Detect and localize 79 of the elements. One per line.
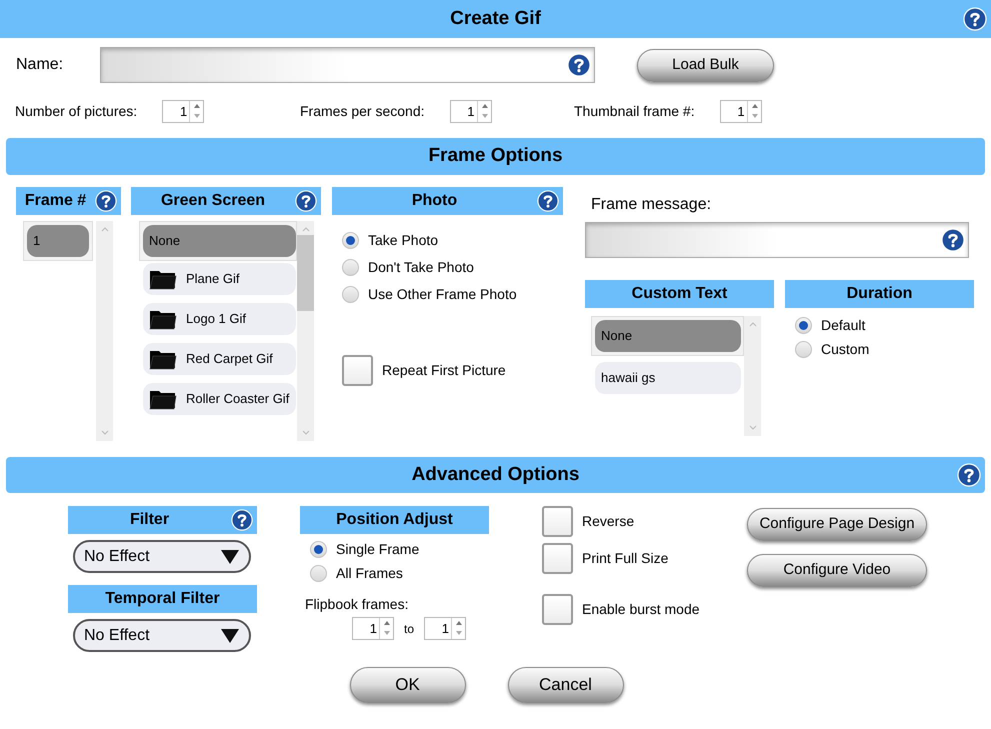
help-icon[interactable] (295, 190, 317, 212)
number-spinner[interactable]: 1 (424, 617, 466, 640)
radio-button[interactable] (310, 540, 327, 558)
name-input-field[interactable] (100, 47, 595, 83)
checkbox-label: Reverse (582, 512, 634, 531)
frame-message-input-field[interactable] (585, 222, 969, 258)
help-icon[interactable] (537, 190, 559, 212)
action-button[interactable]: Cancel (508, 667, 624, 703)
folder-icon (149, 268, 177, 290)
section-title: Advanced Options (412, 462, 580, 487)
radio-label: Take Photo (368, 230, 438, 250)
help-icon[interactable] (957, 463, 981, 487)
radio-label: All Frames (336, 564, 403, 582)
help-icon[interactable] (95, 190, 117, 212)
list-item[interactable]: hawaii gs (595, 362, 741, 394)
section-title: Green Screen (160, 191, 266, 211)
spinner-label: Frames per second: (300, 102, 424, 121)
number-spinner[interactable]: 1 (352, 617, 394, 640)
checkbox-label: Print Full Size (582, 549, 668, 568)
dropdown[interactable]: No Effect (73, 540, 251, 573)
action-button[interactable]: Configure Video (747, 554, 927, 587)
spinner-label: Number of pictures: (15, 102, 138, 121)
radio-button[interactable] (342, 286, 359, 302)
spinner-label: Thumbnail frame #: (574, 102, 695, 120)
folder-icon (149, 388, 177, 410)
range-separator: to (404, 620, 414, 638)
list-item[interactable]: Plane Gif (143, 263, 296, 295)
folder-icon (149, 308, 177, 330)
field-label: Name: (16, 55, 64, 75)
action-button[interactable]: Configure Page Design (747, 508, 927, 541)
checkbox[interactable] (542, 506, 573, 537)
section-title: Frame Options (428, 144, 563, 168)
list-item[interactable]: Logo 1 Gif (143, 303, 296, 335)
help-icon[interactable] (567, 53, 591, 77)
radio-label: Don't Take Photo (368, 258, 474, 276)
scroll-bar[interactable] (297, 221, 314, 441)
checkbox[interactable] (342, 355, 373, 386)
folder-icon (149, 348, 177, 370)
checkbox[interactable] (542, 543, 573, 574)
action-button[interactable]: OK (350, 667, 466, 703)
dropdown-arrow-icon (220, 628, 240, 644)
section-title: Temporal Filter (105, 589, 220, 609)
scroll-bar[interactable] (96, 221, 113, 441)
section-title: Custom Text (632, 284, 728, 304)
field-label: Frame message: (591, 195, 712, 215)
section-title: Photo (412, 191, 458, 211)
dropdown-arrow-icon (220, 548, 240, 564)
radio-button[interactable] (795, 340, 812, 358)
number-spinner[interactable]: 1 (450, 100, 492, 122)
section-title: Duration (846, 284, 912, 304)
radio-label: Custom (821, 340, 870, 358)
section-title: Frame # (24, 191, 86, 211)
radio-button[interactable] (342, 258, 359, 276)
help-icon[interactable] (941, 228, 965, 252)
checkbox[interactable] (542, 594, 573, 625)
radio-label: Single Frame (336, 540, 420, 559)
section-title: Filter (130, 510, 170, 530)
list-item[interactable]: None (595, 320, 741, 352)
radio-button[interactable] (795, 316, 812, 334)
radio-label: Default (821, 316, 866, 334)
number-spinner[interactable]: 1 (162, 100, 204, 122)
help-icon[interactable] (231, 509, 253, 531)
radio-button[interactable] (310, 564, 327, 582)
list-item[interactable]: None (143, 225, 296, 257)
help-icon[interactable] (963, 7, 987, 31)
checkbox-label: Repeat First Picture (382, 361, 506, 380)
list-item[interactable]: Red Carpet Gif (143, 343, 296, 375)
list-item[interactable]: 1 (27, 225, 89, 257)
action-button[interactable]: Load Bulk (637, 48, 774, 82)
radio-button[interactable] (342, 232, 359, 248)
radio-label: Use Other Frame Photo (368, 284, 517, 304)
dropdown[interactable]: No Effect (73, 619, 251, 652)
flipbook-label: Flipbook frames: (305, 595, 410, 614)
number-spinner[interactable]: 1 (720, 100, 762, 122)
section-title: Position Adjust (336, 510, 453, 530)
section-title: Create Gif (450, 6, 541, 31)
list-item[interactable]: Roller Coaster Gif (143, 383, 296, 415)
checkbox-label: Enable burst mode (582, 600, 700, 619)
scroll-bar[interactable] (744, 316, 761, 436)
